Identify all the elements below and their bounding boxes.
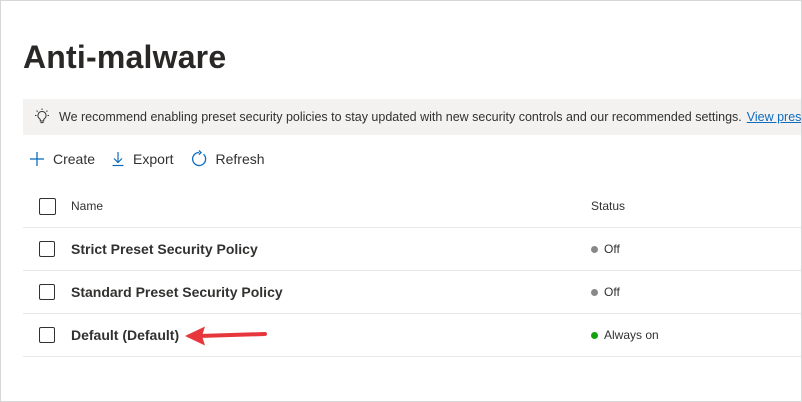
policy-name[interactable]: Standard Preset Security Policy: [71, 284, 283, 300]
row-checkbox[interactable]: [39, 241, 55, 257]
table-row[interactable]: Strict Preset Security Policy Off: [23, 228, 801, 271]
column-header-status[interactable]: Status: [591, 199, 625, 213]
page-title: Anti-malware: [23, 39, 227, 75]
select-all-checkbox[interactable]: [39, 197, 56, 215]
policy-status: Always on: [591, 328, 659, 342]
export-label: Export: [133, 151, 174, 167]
table-row[interactable]: Standard Preset Security Policy Off: [23, 271, 801, 314]
download-icon: [112, 152, 124, 167]
recommendation-banner: We recommend enabling preset security po…: [23, 99, 801, 135]
status-dot: [591, 245, 598, 253]
status-text: Off: [604, 242, 620, 256]
row-checkbox[interactable]: [39, 284, 55, 300]
refresh-icon: [191, 150, 206, 167]
table-header: Name Status: [23, 185, 801, 228]
export-button[interactable]: Export: [111, 151, 174, 167]
view-preset-policies-link[interactable]: View preset security policies: [747, 110, 801, 124]
plus-icon: [30, 152, 44, 166]
policies-table: Name Status Strict Preset Security Polic…: [23, 185, 801, 357]
row-checkbox[interactable]: [39, 327, 55, 343]
toolbar: Create Export Refresh: [29, 147, 281, 171]
banner-message: We recommend enabling preset security po…: [59, 110, 742, 124]
page-frame: Anti-malware We recommend enabling prese…: [0, 0, 802, 402]
table-row[interactable]: Default (Default) Always on: [23, 314, 801, 357]
lightbulb-icon: [35, 108, 49, 124]
status-dot: [591, 331, 598, 339]
policy-status: Off: [591, 285, 620, 299]
create-label: Create: [53, 151, 96, 167]
status-text: Always on: [604, 328, 659, 342]
policy-status: Off: [591, 242, 620, 256]
refresh-label: Refresh: [215, 151, 265, 167]
policy-name[interactable]: Default (Default): [71, 327, 179, 343]
status-text: Off: [604, 285, 620, 299]
policy-name[interactable]: Strict Preset Security Policy: [71, 241, 258, 257]
annotation-arrow-icon: [185, 326, 267, 346]
column-header-name[interactable]: Name: [71, 199, 103, 213]
refresh-button[interactable]: Refresh: [190, 150, 265, 168]
create-button[interactable]: Create: [29, 151, 95, 167]
status-dot: [591, 288, 598, 296]
